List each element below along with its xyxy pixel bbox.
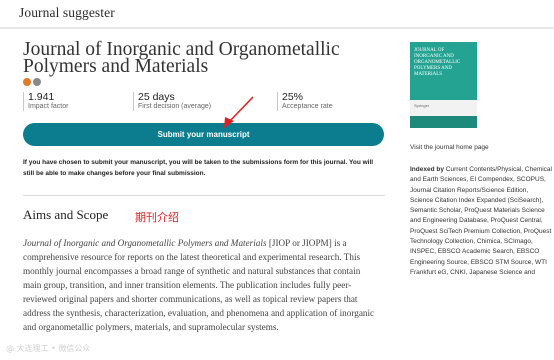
brand-title[interactable]: Journal suggester (19, 5, 115, 21)
top-bar: Journal suggester (0, 0, 554, 29)
metric-value: 25 days (138, 91, 175, 103)
indexed-label: Indexed by (410, 166, 444, 173)
metric-value: 1.941 (28, 91, 55, 103)
open-access-icon (23, 78, 31, 86)
aims-description: Journal of Inorganic and Organometallic … (23, 236, 380, 334)
metric-label: Acceptance rate (282, 103, 333, 110)
journal-home-link[interactable]: Visit the journal home page (410, 144, 489, 151)
metric-impact-factor: 1.941 Impact factor (23, 92, 68, 111)
aims-body: [JIOP or JIOPM] is a comprehensive resou… (23, 238, 375, 332)
metric-acceptance-rate: 25% Acceptance rate (277, 92, 333, 111)
submit-manuscript-button[interactable]: Submit your manuscript (23, 123, 384, 146)
journal-title: Journal of Inorganic and Organometallic … (23, 39, 340, 77)
metric-value: 25% (282, 91, 304, 103)
aims-heading: Aims and Scope (23, 207, 109, 222)
access-icons (23, 73, 43, 86)
indexed-list: Current Contents/Physical, Chemical and … (410, 166, 552, 276)
metric-first-decision: 25 days First decision (average) (133, 92, 211, 111)
journal-cover[interactable]: Journal of Inorganic and Organometallic … (410, 42, 477, 128)
watermark: @ 大连理工 • 微信公众 (6, 344, 91, 353)
aims-journal-name: Journal of Inorganic and Organometallic … (23, 238, 267, 248)
metric-label: Impact factor (28, 103, 69, 110)
lock-icon (33, 78, 41, 86)
submission-notice: If you have chosen to submit your manusc… (23, 159, 374, 177)
cover-logo: Springer (414, 103, 430, 108)
cover-footer (410, 116, 477, 128)
metric-label: First decision (average) (138, 103, 212, 110)
annotation-label: 期刊介绍 (135, 211, 179, 224)
cover-title: Journal of Inorganic and Organometallic … (414, 48, 461, 77)
divider (23, 195, 385, 196)
journal-metrics: 1.941 Impact factor 25 days First decisi… (23, 92, 385, 112)
indexed-by: Indexed by Current Contents/Physical, Ch… (410, 165, 552, 278)
